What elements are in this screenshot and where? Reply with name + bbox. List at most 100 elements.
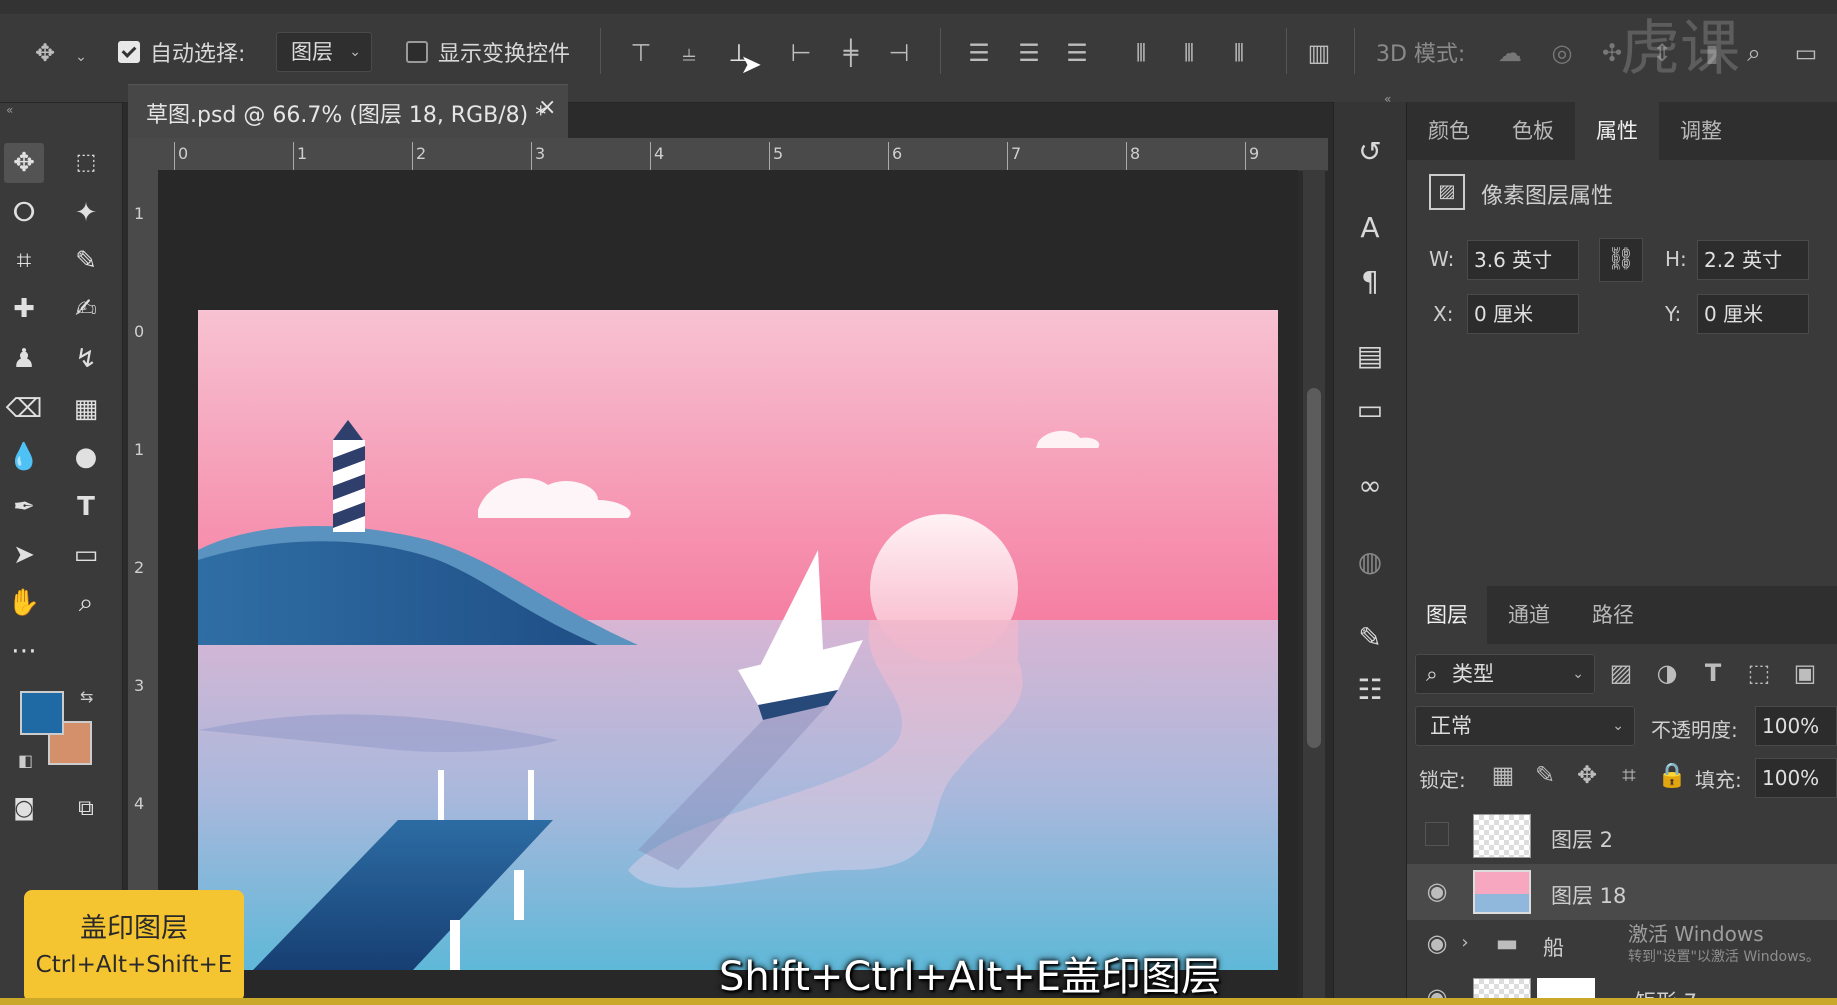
- opacity-field[interactable]: 100%: [1755, 706, 1837, 746]
- height-field[interactable]: 2.2 英寸: [1697, 240, 1809, 280]
- dock-post: [450, 920, 460, 970]
- align-right-icon[interactable]: ⊣: [884, 38, 914, 68]
- type-tool-icon[interactable]: T: [66, 487, 106, 527]
- scroll-thumb[interactable]: [1307, 388, 1321, 748]
- quick-mask-icon[interactable]: ◙: [4, 789, 44, 829]
- lock-pixels-icon[interactable]: ✎: [1531, 760, 1559, 790]
- tab-color[interactable]: 颜色: [1407, 102, 1491, 160]
- artwork[interactable]: [198, 310, 1278, 970]
- bottom-edge-bar: [0, 998, 1837, 1005]
- lock-transparent-icon[interactable]: ▦: [1489, 760, 1517, 790]
- link-icon[interactable]: ⛓: [1599, 238, 1643, 282]
- y-field[interactable]: 0 厘米: [1697, 294, 1809, 334]
- adjustments-sliders-icon[interactable]: ☷: [1348, 668, 1392, 712]
- distribute-spacing-icon[interactable]: ▥: [1304, 38, 1334, 68]
- blur-tool-icon[interactable]: 💧: [4, 437, 44, 477]
- filter-smart-object-icon[interactable]: ▣: [1789, 658, 1821, 688]
- 3d-orbit-icon[interactable]: ☁: [1494, 38, 1526, 68]
- filter-adjustment-icon[interactable]: ◑: [1651, 658, 1683, 688]
- align-top-icon[interactable]: ⊤: [626, 38, 656, 68]
- lasso-tool-icon[interactable]: ⵔ: [4, 193, 44, 233]
- width-field[interactable]: 3.6 英寸: [1467, 240, 1579, 280]
- toolbar: « ✥ ⬚ ⵔ ✦ ⌗ ✎ ✚ ✍ ♟ ↯ ⌫ ▦ 💧 ● ✒ T ➤ ▭ ✋ …: [0, 103, 123, 1005]
- eye-icon[interactable]: ◉: [1421, 876, 1453, 906]
- show-transform-checkbox[interactable]: [406, 41, 428, 63]
- document-tab[interactable]: 草图.psd @ 66.7% (图层 18, RGB/8) * ×: [128, 84, 568, 139]
- swap-colors-icon[interactable]: ⇆: [80, 687, 93, 706]
- tab-channels[interactable]: 通道: [1487, 586, 1571, 644]
- history-panel-icon[interactable]: ↺: [1348, 130, 1392, 174]
- path-selection-icon[interactable]: ➤: [4, 535, 44, 575]
- more-tools-icon[interactable]: ⋯: [4, 631, 44, 671]
- filter-shape-icon[interactable]: ⬚: [1743, 658, 1775, 688]
- collapse-arrows-icon[interactable]: «: [6, 103, 13, 117]
- layer-row[interactable]: ◉ 图层 18: [1407, 864, 1837, 920]
- eye-icon[interactable]: ◉: [1421, 928, 1453, 958]
- distribute-bottom-icon[interactable]: ☰: [1062, 38, 1092, 68]
- tab-properties[interactable]: 属性: [1575, 102, 1659, 160]
- ruler-tick-label: 8: [1130, 144, 1141, 163]
- tab-adjustments[interactable]: 调整: [1659, 102, 1743, 160]
- layer-filter-dropdown[interactable]: ⌕ 类型 ⌄: [1415, 654, 1595, 694]
- distribute-vcenter-icon[interactable]: ☰: [1014, 38, 1044, 68]
- layer-row[interactable]: 图层 2: [1407, 808, 1837, 864]
- libraries-panel-icon[interactable]: ∞: [1348, 464, 1392, 508]
- paragraph-panel-icon[interactable]: ¶: [1348, 260, 1392, 304]
- glyphs-panel-icon[interactable]: ▤: [1348, 334, 1392, 378]
- default-colors-icon[interactable]: ◧: [18, 751, 33, 770]
- healing-brush-icon[interactable]: ✚: [4, 289, 44, 329]
- filter-type-icon[interactable]: T: [1697, 658, 1729, 688]
- align-horizontal-center-icon[interactable]: ╪: [836, 38, 866, 68]
- align-vertical-center-icon[interactable]: ⫨: [674, 38, 704, 68]
- character-panel-icon[interactable]: A: [1348, 206, 1392, 250]
- ruler-tick-label: 4: [654, 144, 665, 163]
- tab-swatches[interactable]: 色板: [1491, 102, 1575, 160]
- hand-tool-icon[interactable]: ✋: [4, 583, 44, 623]
- visibility-toggle-off[interactable]: [1425, 822, 1449, 846]
- eyedropper-icon[interactable]: ✎: [66, 241, 106, 281]
- collapse-arrows-icon[interactable]: «: [1384, 92, 1391, 106]
- align-left-icon[interactable]: ⊢: [786, 38, 816, 68]
- brush-tool-icon[interactable]: ✍: [66, 289, 106, 329]
- canvas-area[interactable]: [158, 170, 1298, 1005]
- tool-preset-chevron-icon[interactable]: ⌄: [72, 42, 90, 72]
- distribute-left-icon[interactable]: ⦀: [1126, 38, 1156, 68]
- x-field[interactable]: 0 厘米: [1467, 294, 1579, 334]
- 3d-roll-icon[interactable]: ◎: [1546, 38, 1578, 68]
- lock-all-icon[interactable]: 🔒: [1657, 760, 1687, 790]
- distribute-hcenter-icon[interactable]: ⦀: [1174, 38, 1204, 68]
- close-icon[interactable]: ×: [538, 95, 556, 120]
- chevron-right-icon[interactable]: ›: [1457, 928, 1473, 958]
- brush-settings-icon[interactable]: ✎: [1348, 616, 1392, 660]
- move-tool-icon[interactable]: ✥: [4, 143, 44, 183]
- magic-wand-icon[interactable]: ✦: [66, 193, 106, 233]
- screen-mode-icon[interactable]: ⧉: [66, 789, 106, 829]
- vertical-scrollbar[interactable]: [1303, 170, 1325, 1005]
- auto-select-checkbox[interactable]: [118, 41, 140, 63]
- lock-artboard-icon[interactable]: ⌗: [1615, 760, 1643, 790]
- move-tool-icon[interactable]: ✥: [28, 38, 62, 68]
- eraser-icon[interactable]: ⌫: [4, 389, 44, 429]
- pen-tool-icon[interactable]: ✒: [4, 487, 44, 527]
- 3d-panel-icon[interactable]: ◍: [1348, 540, 1392, 584]
- lock-position-icon[interactable]: ✥: [1573, 760, 1601, 790]
- crop-tool-icon[interactable]: ⌗: [4, 241, 44, 281]
- dodge-tool-icon[interactable]: ●: [66, 437, 106, 477]
- notes-panel-icon[interactable]: ▭: [1348, 388, 1392, 432]
- clone-stamp-icon[interactable]: ♟: [4, 339, 44, 379]
- dropdown-value: 图层: [291, 40, 333, 64]
- rectangle-tool-icon[interactable]: ▭: [66, 535, 106, 575]
- blend-mode-dropdown[interactable]: 正常 ⌄: [1415, 706, 1635, 746]
- foreground-color-swatch[interactable]: [20, 691, 64, 735]
- zoom-tool-icon[interactable]: ⌕: [66, 583, 106, 623]
- tab-layers[interactable]: 图层: [1407, 586, 1487, 644]
- distribute-right-icon[interactable]: ⦀: [1224, 38, 1254, 68]
- marquee-tool-icon[interactable]: ⬚: [66, 143, 106, 183]
- distribute-top-icon[interactable]: ☰: [964, 38, 994, 68]
- auto-select-target-dropdown[interactable]: 图层 ⌄: [276, 32, 372, 72]
- filter-pixel-icon[interactable]: ▨: [1605, 658, 1637, 688]
- fill-field[interactable]: 100%: [1755, 758, 1837, 798]
- history-brush-icon[interactable]: ↯: [66, 339, 106, 379]
- gradient-tool-icon[interactable]: ▦: [66, 389, 106, 429]
- tab-paths[interactable]: 路径: [1571, 586, 1655, 644]
